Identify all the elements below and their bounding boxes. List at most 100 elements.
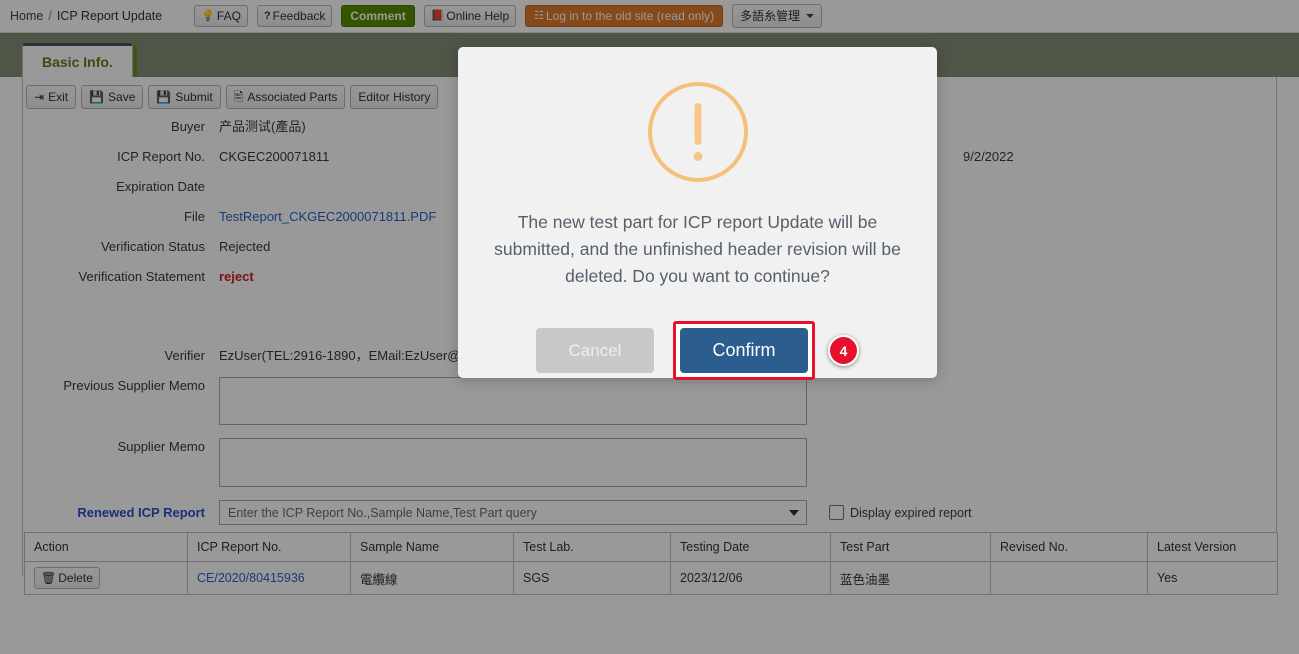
cell-testing-date: 2023/12/06 <box>670 561 831 595</box>
cancel-button[interactable]: Cancel <box>536 328 654 373</box>
step-badge-4: 4 <box>828 335 859 366</box>
save-button[interactable]: 💾 Save <box>81 85 144 109</box>
save-icon: 💾 <box>89 90 105 104</box>
document-icon: 🖹 <box>233 90 244 104</box>
verifier-value: EzUser(TEL:2916-1890，EMail:EzUser@ezgp <box>219 348 489 363</box>
file-link[interactable]: TestReport_CKGEC2000071811.PDF <box>219 208 436 225</box>
feedback-button[interactable]: ? Feedback <box>256 5 333 27</box>
cell-test-part: 蓝色油墨 <box>830 561 991 595</box>
icp-report-no-value: CKGEC200071811 <box>219 149 330 164</box>
feedback-label: Feedback <box>272 9 326 23</box>
display-expired-report-label: Display expired report <box>850 505 972 520</box>
sitemap-icon: ☷ <box>534 9 544 22</box>
expiration-date-label: Expiration Date <box>116 179 205 194</box>
confirm-button-highlight: Confirm <box>673 321 815 380</box>
reports-table: Action ICP Report No. Sample Name Test L… <box>24 532 1278 595</box>
exit-label: Exit <box>48 90 69 104</box>
form-row-supplier-memo: Supplier Memo <box>23 438 1266 487</box>
cell-action: 🗑 Delete <box>24 561 188 595</box>
cell-sample-name: 電纜線 <box>350 561 514 595</box>
verification-status-value: Rejected <box>219 239 271 254</box>
previous-supplier-memo-input[interactable] <box>219 377 807 425</box>
form-row-renewed-icp-report: Renewed ICP Report Enter the ICP Report … <box>23 500 1266 525</box>
save-label: Save <box>108 90 136 104</box>
testing-date-value: 9/2/2022 <box>963 149 1014 164</box>
table-row: 🗑 Delete CE/2020/80415936 電纜線 SGS 2023/12… <box>24 561 1278 595</box>
verification-status-label: Verification Status <box>100 239 205 254</box>
online-help-button[interactable]: 📕 Online Help <box>423 5 517 27</box>
delete-label: Delete <box>58 571 93 585</box>
submit-label: Submit <box>175 90 213 104</box>
editor-history-button[interactable]: Editor History <box>350 85 439 109</box>
associated-parts-button[interactable]: 🖹 Associated Parts <box>225 85 346 109</box>
file-label: File <box>184 209 205 224</box>
supplier-memo-input[interactable] <box>219 438 807 487</box>
breadcrumb: Home / ICP Report Update <box>10 9 162 23</box>
confirm-dialog-message: The new test part for ICP report Update … <box>494 212 901 286</box>
question-icon: ? <box>263 9 271 22</box>
col-sample-name: Sample Name <box>350 532 514 562</box>
trash-icon: 🗑 <box>41 571 57 585</box>
chevron-down-icon <box>806 14 815 18</box>
confirm-dialog-buttons: Cancel Confirm 4 <box>536 321 859 380</box>
old-site-login-button[interactable]: ☷ Log in to the old site (read only) <box>525 5 724 27</box>
exclamation-circle-icon <box>647 82 748 182</box>
delete-button[interactable]: 🗑 Delete <box>34 567 100 589</box>
verifier-label: Verifier <box>164 348 205 363</box>
comment-button[interactable]: Comment <box>341 5 415 27</box>
online-help-label: Online Help <box>446 9 510 23</box>
submit-icon: 💾 <box>156 90 172 104</box>
language-menu-label: 多語糸管理 <box>740 9 801 23</box>
verification-statement-value: reject <box>219 269 254 284</box>
faq-button[interactable]: 💡 FAQ <box>194 5 248 27</box>
renewed-icp-report-select[interactable]: Enter the ICP Report No.,Sample Name,Tes… <box>219 500 807 525</box>
breadcrumb-separator: / <box>48 9 52 23</box>
tab-accent-bar <box>132 45 137 76</box>
confirm-dialog: The new test part for ICP report Update … <box>458 47 937 380</box>
icp-report-no-link[interactable]: CE/2020/80415936 <box>197 571 305 585</box>
book-icon: 📕 <box>430 9 445 22</box>
faq-label: FAQ <box>216 9 241 23</box>
editor-history-label: Editor History <box>358 90 431 104</box>
buyer-value: 产品测试(產品) <box>219 119 306 134</box>
exit-icon: ⇥ <box>34 90 45 104</box>
confirm-button[interactable]: Confirm <box>680 328 808 373</box>
col-revised-no: Revised No. <box>990 532 1148 562</box>
verification-statement-label: Verification Statement <box>78 269 205 284</box>
form-row-previous-supplier-memo: Previous Supplier Memo <box>23 377 1266 425</box>
breadcrumb-current: ICP Report Update <box>56 9 163 23</box>
renewed-icp-report-placeholder: Enter the ICP Report No.,Sample Name,Tes… <box>228 505 537 520</box>
tab-strip: Basic Info. <box>22 42 137 78</box>
previous-supplier-memo-label: Previous Supplier Memo <box>63 378 205 393</box>
language-menu-button[interactable]: 多語糸管理 <box>732 4 823 28</box>
col-test-part: Test Part <box>830 532 991 562</box>
cell-latest-version: Yes <box>1147 561 1278 595</box>
buyer-label: Buyer <box>171 119 205 134</box>
display-expired-report-group: Display expired report <box>829 505 972 520</box>
col-test-lab: Test Lab. <box>513 532 671 562</box>
tab-basic-info[interactable]: Basic Info. <box>22 43 133 78</box>
bulb-icon: 💡 <box>201 9 215 22</box>
col-latest-version: Latest Version <box>1147 532 1278 562</box>
col-testing-date: Testing Date <box>670 532 831 562</box>
chevron-down-icon <box>789 509 799 516</box>
display-expired-report-checkbox[interactable] <box>829 505 844 520</box>
top-button-group: 💡 FAQ ? Feedback Comment 📕 Online Help ☷ Log… <box>194 4 823 28</box>
exit-button[interactable]: ⇥ Exit <box>26 85 77 109</box>
supplier-memo-label: Supplier Memo <box>117 439 205 454</box>
cell-revised-no <box>990 561 1148 595</box>
exclamation-dot <box>693 152 702 161</box>
comment-label: Comment <box>350 9 406 23</box>
col-icp-report-no: ICP Report No. <box>187 532 351 562</box>
cell-test-lab: SGS <box>513 561 671 595</box>
cell-icp-report-no: CE/2020/80415936 <box>187 561 351 595</box>
col-action: Action <box>24 532 188 562</box>
submit-button[interactable]: 💾 Submit <box>148 85 221 109</box>
renewed-icp-report-label[interactable]: Renewed ICP Report <box>23 504 219 521</box>
table-header-row: Action ICP Report No. Sample Name Test L… <box>24 532 1278 562</box>
icp-report-no-label: ICP Report No. <box>117 149 205 164</box>
top-bar: Home / ICP Report Update 💡 FAQ ? Feedback Co… <box>0 0 1299 33</box>
old-site-login-label: Log in to the old site (read only) <box>546 9 715 23</box>
exclamation-bar <box>694 103 701 145</box>
breadcrumb-home[interactable]: Home <box>10 9 43 23</box>
